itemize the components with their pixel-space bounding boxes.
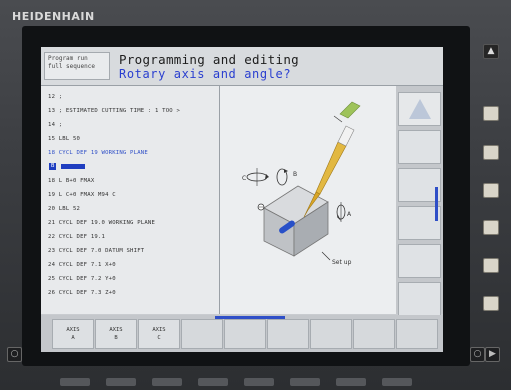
setup-label: Set up <box>332 259 352 266</box>
c-axis-label: C <box>242 175 246 182</box>
cnc-display: Program run full sequence Programming an… <box>41 47 443 352</box>
program-line[interactable]: 12 ; <box>48 94 62 100</box>
program-line[interactable]: 22 CYCL DEF 19.1 <box>48 234 105 240</box>
softkey-empty-6[interactable] <box>267 319 309 349</box>
screen-layout-button-right[interactable]: ○ <box>470 347 485 362</box>
hardware-bottom-key-1[interactable] <box>60 378 90 386</box>
softkey-axis-b[interactable]: AXIS B <box>95 319 137 349</box>
softkey-level-indicator <box>435 187 438 221</box>
bottom-hardware-keys <box>40 376 480 390</box>
hardware-softkey-2[interactable] <box>483 145 499 160</box>
hardware-bottom-key-2[interactable] <box>106 378 136 386</box>
hardware-bottom-key-8[interactable] <box>382 378 412 386</box>
brand-logo: HEIDENHAIN <box>12 10 95 23</box>
hardware-softkey-3[interactable] <box>483 183 499 198</box>
c-axis-rotation-icon <box>246 168 269 186</box>
softkey-label: AXIS <box>109 327 123 333</box>
program-line[interactable]: 20 LBL 52 <box>48 206 80 212</box>
softkey-empty-9[interactable] <box>396 319 438 349</box>
hardware-softkey-4[interactable] <box>483 220 499 235</box>
mode-line-2: full sequence <box>48 63 95 70</box>
help-graphic: C B A Set up <box>220 86 396 314</box>
softkey-vertical-6[interactable] <box>398 282 441 316</box>
program-line[interactable]: 19 L C+0 FMAX M94 C <box>48 192 116 198</box>
softkey-label: AXIS <box>152 327 166 333</box>
hardware-softkey-1[interactable] <box>483 106 499 121</box>
rotary-axis-illustration: C B A Set up <box>242 101 361 266</box>
softkey-next-button[interactable]: ▶ <box>485 347 500 362</box>
cursor-axis-value: B <box>49 163 57 170</box>
hardware-softkey-6[interactable] <box>483 296 499 311</box>
hardware-bottom-key-7[interactable] <box>336 378 366 386</box>
hardware-softkey-5[interactable] <box>483 258 499 273</box>
program-line[interactable]: 23 CYCL DEF 7.0 DATUM SHIFT <box>48 248 144 254</box>
horizontal-softkey-bar: AXIS A AXIS B AXIS C <box>41 315 443 352</box>
program-listing: 12 ; 13 ; ESTIMATED CUTTING TIME : 1 TOO… <box>41 86 220 314</box>
softkey-empty-8[interactable] <box>353 319 395 349</box>
tool-icon <box>303 101 361 218</box>
mode-line-1: Program run <box>48 55 88 62</box>
softkey-empty-5[interactable] <box>224 319 266 349</box>
program-line[interactable]: 18 L B+0 FMAX <box>48 178 94 184</box>
triangle-icon <box>409 99 431 119</box>
program-line[interactable]: 21 CYCL DEF 19.0 WORKING PLANE <box>48 220 155 226</box>
softkey-empty-7[interactable] <box>310 319 352 349</box>
softkey-sublabel: B <box>114 335 118 341</box>
spindle-axis-line <box>333 115 343 123</box>
softkey-vertical-1[interactable] <box>398 92 441 126</box>
program-line[interactable]: 25 CYCL DEF 7.2 Y+0 <box>48 276 116 282</box>
hardware-bottom-key-4[interactable] <box>198 378 228 386</box>
b-axis-rotation-icon <box>276 168 288 186</box>
datum-icon <box>257 203 265 211</box>
program-line[interactable]: 26 CYCL DEF 7.3 Z+0 <box>48 290 116 296</box>
page-title: Programming and editing <box>119 52 299 67</box>
softkey-axis-c[interactable]: AXIS C <box>138 319 180 349</box>
softkey-label: AXIS <box>66 327 80 333</box>
softkey-empty-4[interactable] <box>181 319 223 349</box>
program-line-active[interactable]: 18 CYCL DEF 19 WORKING PLANE <box>48 150 148 156</box>
hardware-bottom-key-5[interactable] <box>244 378 274 386</box>
program-line[interactable]: 24 CYCL DEF 7.1 X+0 <box>48 262 116 268</box>
cursor-bar <box>61 164 85 169</box>
input-cursor[interactable]: B <box>47 163 87 170</box>
program-line[interactable]: 15 LBL 50 <box>48 136 80 142</box>
a-axis-rotation-icon <box>336 202 346 222</box>
page-up-hardware-key[interactable]: ▲ <box>483 44 499 59</box>
softkey-axis-a[interactable]: AXIS A <box>52 319 94 349</box>
softkey-vertical-5[interactable] <box>398 244 441 278</box>
softkey-sublabel: C <box>157 335 161 341</box>
softkey-page-indicator <box>215 316 285 319</box>
dialog-prompt: Rotary axis and angle? <box>119 67 292 81</box>
screen-layout-button-left[interactable]: ○ <box>7 347 22 362</box>
softkey-sublabel: A <box>71 335 75 341</box>
a-axis-label: A <box>347 211 352 218</box>
header-bar: Program run full sequence Programming an… <box>41 47 443 86</box>
operating-mode-box: Program run full sequence <box>44 52 110 80</box>
program-line[interactable]: 14 ; <box>48 122 62 128</box>
setup-arrow-icon <box>321 251 331 261</box>
program-line[interactable]: 13 ; ESTIMATED CUTTING TIME : 1 TOO > <box>48 108 180 114</box>
softkey-vertical-2[interactable] <box>398 130 441 164</box>
hardware-bottom-key-6[interactable] <box>290 378 320 386</box>
hardware-bottom-key-3[interactable] <box>152 378 182 386</box>
b-axis-label: B <box>293 171 297 178</box>
